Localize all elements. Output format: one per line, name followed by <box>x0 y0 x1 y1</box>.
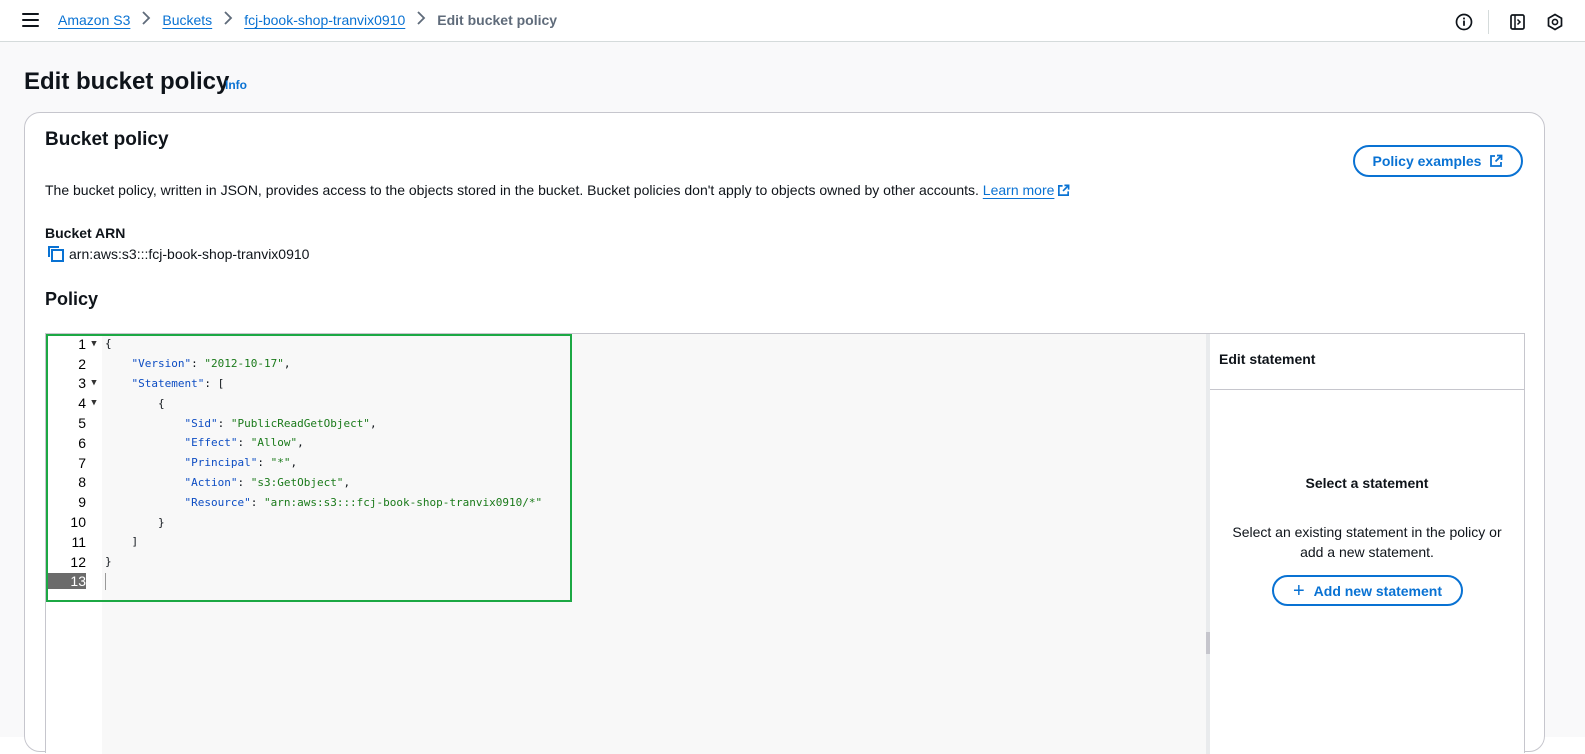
code-line[interactable]: 7 "Principal": "*", <box>46 453 542 473</box>
select-statement-title: Select a statement <box>1305 475 1429 491</box>
code-text: "Effect": "Allow", <box>184 436 304 450</box>
code-text: "Action": "s3:GetObject", <box>184 475 351 489</box>
code-text: "Statement": [ <box>131 376 225 390</box>
line-number: 13 <box>46 573 86 590</box>
section-title: Bucket policy <box>45 129 169 150</box>
code-text: "Principal": "*", <box>184 456 298 470</box>
notes-icon[interactable] <box>1507 12 1527 32</box>
bucket-arn-value: arn:aws:s3:::fcj-book-shop-tranvix0910 <box>69 246 310 262</box>
bucket-arn-label: Bucket ARN <box>45 225 126 241</box>
description-text: The bucket policy, written in JSON, prov… <box>45 182 979 198</box>
code-line[interactable]: 13 <box>46 572 542 592</box>
bucket-policy-container: Bucket policy Policy examples The bucket… <box>24 112 1545 754</box>
edit-statement-header: Edit statement <box>1210 334 1524 390</box>
line-number: 8 <box>78 474 86 491</box>
chevron-right-icon <box>405 11 437 29</box>
divider <box>1488 10 1489 34</box>
code-line[interactable]: 1 ▼{ <box>46 334 542 354</box>
code-line[interactable]: 6 "Effect": "Allow", <box>46 433 542 453</box>
external-link-icon <box>1490 154 1503 167</box>
add-new-statement-button[interactable]: + Add new statement <box>1272 575 1463 606</box>
code-line[interactable]: 8 "Action": "s3:GetObject", <box>46 473 542 493</box>
code-line[interactable]: 2 "Version": "2012-10-17", <box>46 354 542 374</box>
line-number: 6 <box>78 434 86 451</box>
code-text: { <box>105 396 165 410</box>
fold-toggle-icon[interactable]: ▼ <box>86 378 102 388</box>
policy-examples-button[interactable]: Policy examples <box>1353 145 1523 177</box>
select-statement-description: Select an existing statement in the poli… <box>1232 524 1502 560</box>
header-tools <box>1436 10 1565 34</box>
code-line[interactable]: 5 "Sid": "PublicReadGetObject", <box>46 413 542 433</box>
line-number: 10 <box>70 514 86 531</box>
line-number: 12 <box>70 553 86 570</box>
code-text: "Sid": "PublicReadGetObject", <box>184 416 377 430</box>
breadcrumb-bucket-name[interactable]: fcj-book-shop-tranvix0910 <box>244 12 405 28</box>
code-line[interactable]: 11 ] <box>46 532 542 552</box>
code-text: "Resource": "arn:aws:s3:::fcj-book-shop-… <box>184 495 543 509</box>
breadcrumb-amazon-s3[interactable]: Amazon S3 <box>58 12 130 28</box>
fold-toggle-icon[interactable]: ▼ <box>86 398 102 408</box>
plus-icon: + <box>1292 579 1305 602</box>
policy-description: The bucket policy, written in JSON, prov… <box>45 182 1070 198</box>
code-text: } <box>105 555 112 569</box>
menu-icon[interactable] <box>22 13 39 27</box>
top-navigation-bar: Amazon S3 Buckets fcj-book-shop-tranvix0… <box>0 0 1585 42</box>
code-editor[interactable]: 1 ▼{2 "Version": "2012-10-17", 3 ▼ "Stateme… <box>46 334 1206 754</box>
line-number: 9 <box>78 494 86 511</box>
code-text: { <box>105 337 112 351</box>
line-number: 11 <box>71 533 86 550</box>
code-line[interactable]: 12} <box>46 552 542 572</box>
line-number: 1 <box>78 335 86 352</box>
text-cursor <box>105 572 106 590</box>
code-line[interactable]: 10 } <box>46 512 542 532</box>
copy-icon[interactable] <box>47 245 65 263</box>
policy-examples-label: Policy examples <box>1372 153 1482 169</box>
info-link[interactable]: Info <box>225 78 247 92</box>
info-icon[interactable] <box>1454 12 1474 32</box>
main-content: Edit bucket policy Info Bucket policy Po… <box>0 42 1585 754</box>
code-text: } <box>105 515 165 529</box>
learn-more-link[interactable]: Learn more <box>983 182 1055 198</box>
chevron-right-icon <box>130 11 162 29</box>
edit-statement-panel: Edit statement Select a statement Select… <box>1210 334 1524 754</box>
policy-heading: Policy <box>45 289 99 309</box>
code-line[interactable]: 4 ▼ { <box>46 393 542 413</box>
fold-toggle-icon[interactable]: ▼ <box>86 339 102 349</box>
bucket-arn-row: arn:aws:s3:::fcj-book-shop-tranvix0910 <box>47 245 309 263</box>
chevron-right-icon <box>212 11 244 29</box>
code-text: "Version": "2012-10-17", <box>131 357 291 371</box>
line-number: 5 <box>78 415 86 432</box>
page-title: Edit bucket policy <box>24 68 230 95</box>
breadcrumb: Amazon S3 Buckets fcj-book-shop-tranvix0… <box>58 11 557 29</box>
code-line[interactable]: 9 "Resource": "arn:aws:s3:::fcj-book-sho… <box>46 492 542 512</box>
code-line[interactable]: 3 ▼ "Statement": [ <box>46 374 542 394</box>
breadcrumb-current-page: Edit bucket policy <box>437 12 558 28</box>
code-lines: 1 ▼{2 "Version": "2012-10-17", 3 ▼ "Stateme… <box>46 334 542 591</box>
policy-editor: 1 ▼{2 "Version": "2012-10-17", 3 ▼ "Stateme… <box>45 333 1525 754</box>
code-text: ] <box>105 535 139 549</box>
line-number: 7 <box>78 454 86 471</box>
settings-hex-icon[interactable] <box>1545 12 1565 32</box>
line-number: 4 <box>78 395 86 412</box>
line-number: 3 <box>78 375 86 392</box>
add-new-statement-label: Add new statement <box>1313 582 1443 599</box>
breadcrumb-buckets[interactable]: Buckets <box>162 12 212 28</box>
external-link-icon <box>1058 184 1070 196</box>
line-number: 2 <box>78 355 86 372</box>
